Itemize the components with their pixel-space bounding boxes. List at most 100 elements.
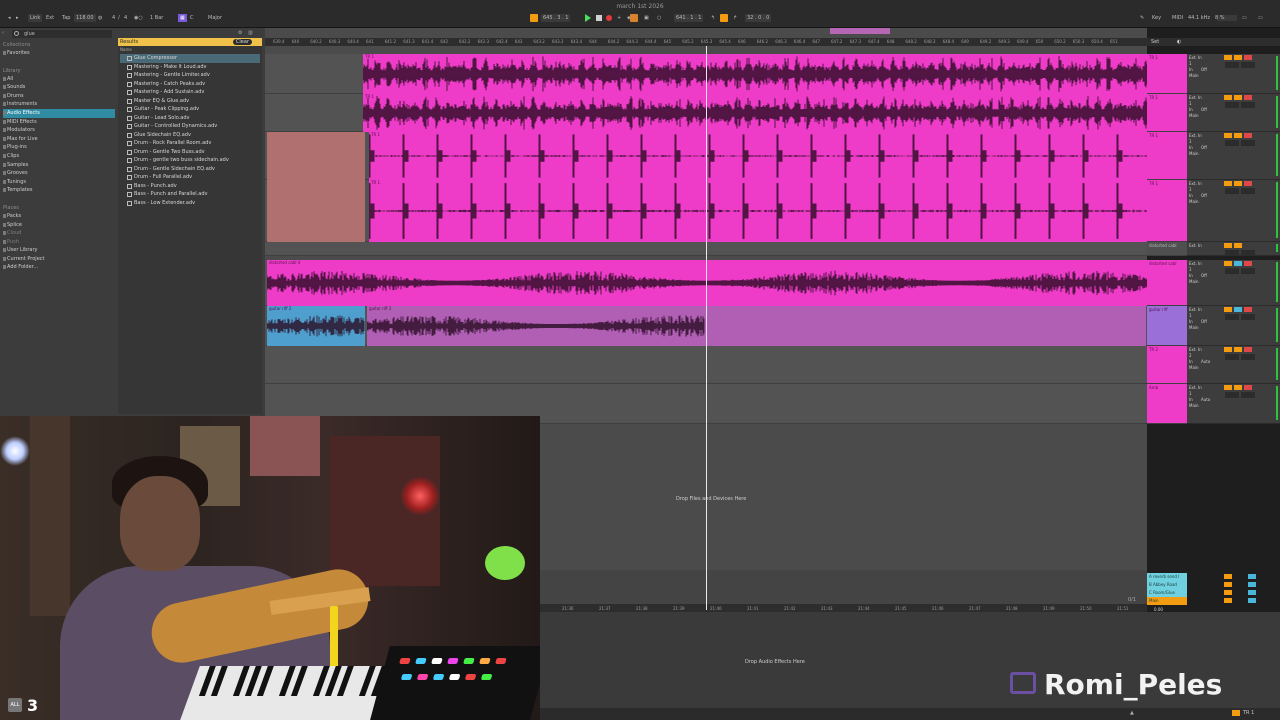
place-item-splice[interactable]: Splice [3, 221, 115, 230]
track-header[interactable]: TR 1 [1147, 180, 1187, 242]
pan-field[interactable] [1241, 102, 1255, 108]
overdub-icon[interactable]: + [615, 14, 623, 22]
track-name[interactable]: TR 1 [1149, 181, 1158, 186]
key-select[interactable]: C [188, 14, 196, 22]
volume-field[interactable] [1225, 188, 1239, 194]
result-item[interactable]: Drum - Rock Parallel Room.adv [120, 139, 260, 148]
play-icon[interactable] [585, 14, 591, 22]
track-activator-button[interactable] [1224, 243, 1232, 248]
volume-field[interactable] [1225, 392, 1239, 398]
return-solo-button[interactable] [1248, 574, 1256, 579]
output-select[interactable]: Main [1189, 199, 1199, 205]
clip[interactable] [267, 132, 365, 180]
nav-forward-button[interactable]: ▸ [14, 14, 21, 22]
sidebar-item-tunings[interactable]: Tunings [3, 178, 115, 187]
draw-mode-icon[interactable]: ✎ [1138, 14, 1146, 22]
solo-button[interactable] [1234, 385, 1242, 390]
solo-button[interactable] [1234, 133, 1242, 138]
browser-search-input[interactable]: glue [12, 30, 112, 38]
tap-tempo-button[interactable]: Tap [60, 14, 72, 22]
link-button[interactable]: Link [28, 14, 43, 22]
scale-select[interactable]: Major [206, 14, 224, 22]
pan-field[interactable] [1241, 140, 1255, 146]
arm-button[interactable] [1244, 181, 1252, 186]
pan-field[interactable] [1241, 250, 1255, 256]
track-activator-button[interactable] [1224, 307, 1232, 312]
main-volume-value[interactable]: 0.00 [1154, 607, 1163, 612]
sidebar-item-modulators[interactable]: Modulators [3, 126, 115, 135]
clip[interactable]: distorted cabl 4 [267, 260, 1148, 306]
result-item[interactable]: Bass - Punch.adv [120, 182, 260, 191]
track-header[interactable]: distorted cabl [1147, 260, 1187, 306]
monitor-mode-button[interactable]: Off [1201, 67, 1207, 73]
track-activator-button[interactable] [1224, 95, 1232, 100]
arm-button[interactable] [1244, 55, 1252, 60]
loop-brace[interactable] [830, 28, 890, 34]
track-header[interactable]: TR 1 [1147, 132, 1187, 180]
monitor-mode-button[interactable]: Auto [1201, 397, 1210, 403]
solo-button[interactable] [1234, 55, 1242, 60]
return-solo-button[interactable] [1248, 598, 1256, 603]
result-item[interactable]: Drum - Gentle Two Buss.adv [120, 148, 260, 157]
volume-field[interactable] [1225, 354, 1239, 360]
arm-button[interactable] [1244, 133, 1252, 138]
clip[interactable]: TR 1 [369, 132, 1148, 180]
track-name[interactable]: guitar riff [1149, 307, 1168, 312]
clip[interactable]: guitar riff 2 [267, 306, 365, 346]
return-solo-button[interactable] [1248, 590, 1256, 595]
sidebar-item-plug-ins[interactable]: Plug-ins [3, 143, 115, 152]
time-ruler[interactable]: 21:36 21:37 21:38 21:39 21:40 21:41 21:42 21:43… [540, 604, 1147, 612]
return-activator-button[interactable] [1224, 590, 1232, 595]
return-solo-button[interactable] [1248, 582, 1256, 587]
solo-button[interactable] [1234, 307, 1242, 312]
volume-field[interactable] [1225, 62, 1239, 68]
sidebar-item-grooves[interactable]: Grooves [3, 169, 115, 178]
track-activator-button[interactable] [1224, 261, 1232, 266]
monitor-mode-button[interactable]: Off [1201, 107, 1207, 113]
arm-button[interactable] [1244, 347, 1252, 352]
volume-field[interactable] [1225, 268, 1239, 274]
solo-button[interactable] [1234, 347, 1242, 352]
return-track-name[interactable]: B Abbey Road [1149, 582, 1177, 587]
track-name[interactable]: Amb [1149, 385, 1158, 390]
capture-midi-icon[interactable]: ▣ [642, 14, 651, 22]
beat-ruler[interactable]: 639.4 640 640.2 640.3 640.4 641 641.2 641.3 641.… [265, 38, 1147, 46]
monitor-mode-button[interactable]: Off [1201, 319, 1207, 325]
session-record-icon[interactable]: ○ [655, 14, 663, 22]
playhead[interactable] [706, 46, 707, 610]
clip[interactable]: guitar riff 2 [367, 306, 1146, 346]
monitor-mode-button[interactable]: Auto [1201, 359, 1210, 365]
sidebar-item-favorites[interactable]: Favorites [3, 49, 115, 58]
loop-start-field[interactable]: 641 . 1 . 1 [674, 14, 704, 22]
sidebar-item-sounds[interactable]: Sounds [3, 83, 115, 92]
name-column-header[interactable]: Name [120, 47, 132, 52]
return-track-header[interactable]: C Room/Glue [1147, 589, 1187, 597]
output-select[interactable]: Main [1189, 73, 1199, 79]
volume-field[interactable] [1225, 314, 1239, 320]
result-item[interactable]: Guitar - Peak Clipping.adv [120, 105, 260, 114]
solo-button[interactable] [1234, 95, 1242, 100]
result-item[interactable]: Bass - Punch and Parallel.adv [120, 190, 260, 199]
result-item[interactable]: Mastering - Catch Peaks.adv [120, 80, 260, 89]
sidebar-item-templates[interactable]: Templates [3, 186, 115, 195]
output-select[interactable]: Main [1189, 365, 1199, 371]
track-header[interactable]: Amb [1147, 384, 1187, 424]
re-enable-automation-button[interactable] [630, 14, 638, 22]
track-activator-button[interactable] [1224, 55, 1232, 60]
track-header[interactable]: TR 1 [1147, 94, 1187, 132]
follow-button[interactable] [530, 14, 538, 22]
track-header[interactable]: TR 2 [1147, 346, 1187, 384]
track-activator-button[interactable] [1224, 133, 1232, 138]
loop-length-field[interactable]: 32 . 0 . 0 [745, 14, 772, 22]
mixer-toggle-icon[interactable]: ◐ [1177, 39, 1181, 45]
track-header[interactable]: guitar riff [1147, 306, 1187, 346]
pan-field[interactable] [1241, 188, 1255, 194]
place-item-cloud[interactable]: Cloud [3, 229, 115, 238]
clear-search-button[interactable]: Clear [232, 39, 252, 45]
result-item[interactable]: Mastering - Make It Loud.adv [120, 63, 260, 72]
punch-in-icon[interactable]: ↰ [709, 14, 717, 22]
sidebar-item-all[interactable]: All [3, 75, 115, 84]
quantize-select[interactable]: 1 Bar [148, 14, 165, 22]
result-item[interactable]: Drum - Gentle Sidechain EQ.adv [120, 165, 260, 174]
volume-field[interactable] [1225, 140, 1239, 146]
